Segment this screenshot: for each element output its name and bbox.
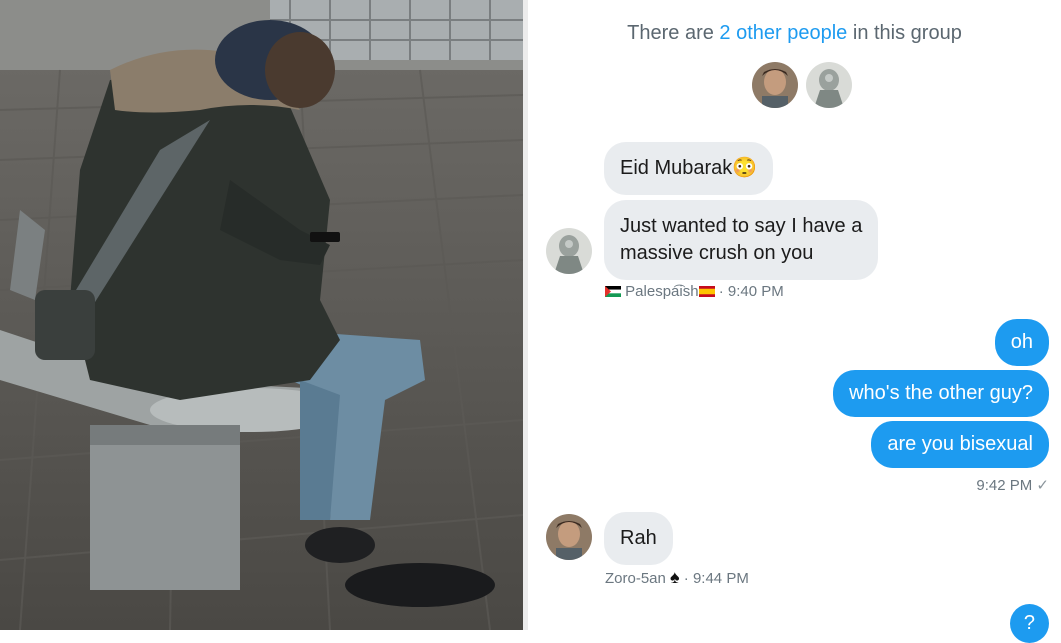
avatar[interactable] [544, 226, 594, 276]
spain-flag-icon [698, 286, 715, 297]
group-members-info: There are 2 other people in this group [528, 22, 1061, 45]
avatar[interactable] [750, 60, 800, 110]
group-chat-panel: There are 2 other people in this group E… [528, 0, 1061, 643]
sender-name[interactable]: Zoro-5an [605, 570, 666, 587]
message-meta: Zoro-5an ♠ · 9:44 PM [605, 567, 749, 587]
message-text: massive crush on you [620, 242, 814, 264]
palestine-flag-icon [605, 286, 621, 297]
message-meta: 9:42 PM ✓ [976, 476, 1049, 494]
message-text: Eid Mubarak😳 [620, 157, 758, 179]
message-time: 9:44 PM [692, 570, 749, 587]
message-time: 9:42 PM [976, 477, 1033, 494]
incoming-message[interactable]: Rah [604, 512, 673, 565]
group-members-link[interactable]: 2 other people [719, 22, 847, 44]
message-meta: Palespa͡ish · 9:40 PM [605, 283, 784, 300]
spade-icon: ♠ [670, 567, 680, 587]
message-text: Rah [620, 527, 657, 549]
avatar[interactable] [804, 60, 854, 110]
message-text: ? [1023, 612, 1035, 634]
sender-name[interactable]: Palespa͡ish [625, 283, 698, 300]
outgoing-message[interactable]: who's the other guy? [833, 370, 1049, 417]
group-info-prefix: There are [627, 22, 720, 44]
group-avatars [750, 60, 854, 110]
group-info-suffix: in this group [847, 22, 962, 44]
avatar[interactable] [544, 512, 594, 562]
message-text: Just wanted to say I have a [620, 215, 863, 237]
message-text: are you bisexual [887, 433, 1033, 455]
message-text: who's the other guy? [849, 382, 1033, 404]
outgoing-message[interactable]: ? [1009, 604, 1049, 643]
incoming-message[interactable]: Eid Mubarak😳 [604, 142, 774, 195]
incoming-message[interactable]: Just wanted to say I have a massive crus… [604, 200, 879, 280]
outgoing-message[interactable]: are you bisexual [871, 421, 1049, 468]
message-text: oh [1010, 331, 1033, 353]
outgoing-message[interactable]: oh [994, 319, 1049, 366]
message-time: 9:40 PM [727, 283, 784, 300]
photo-person-on-bench [0, 0, 523, 630]
read-check-icon: ✓ [1036, 477, 1049, 494]
